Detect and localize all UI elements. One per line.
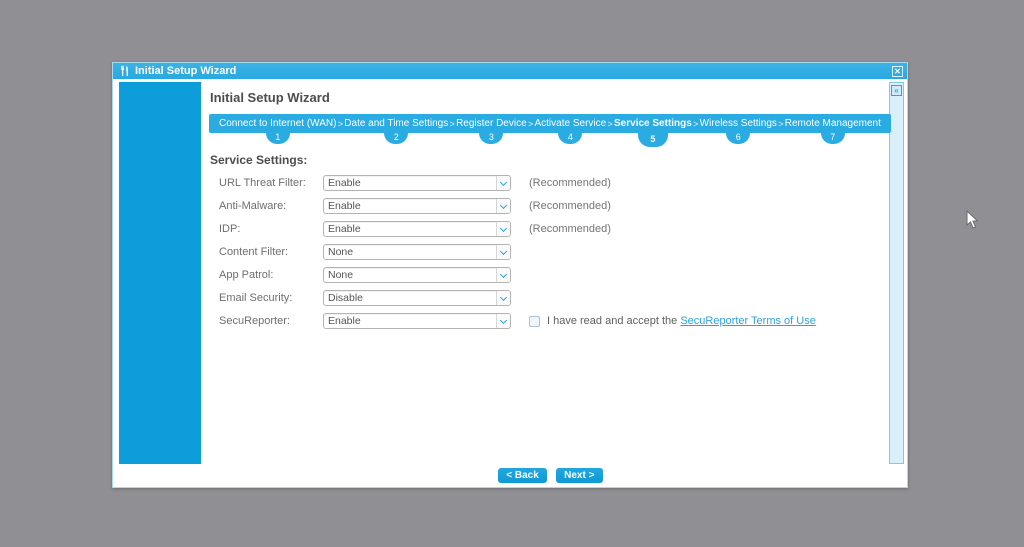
field-label: Email Security: [209, 292, 323, 304]
close-icon[interactable]: ✕ [892, 66, 903, 77]
agreement-checkbox[interactable] [529, 316, 540, 327]
url-threat-filter-select[interactable]: Enable [323, 175, 511, 191]
secureporter-select[interactable]: Enable [323, 313, 511, 329]
chevron-down-icon[interactable] [496, 176, 510, 190]
field-label: IDP: [209, 223, 323, 235]
step-register-device[interactable]: Register Device 3 [456, 114, 527, 133]
chevron-down-icon[interactable] [496, 199, 510, 213]
form-row-content-filter: Content Filter: None [209, 244, 891, 260]
desktop: { "window": { "title": "Initial Setup Wi… [0, 0, 1024, 547]
step-remote-management[interactable]: Remote Management 7 [785, 114, 881, 133]
step-separator: > [607, 119, 612, 129]
step-separator: > [450, 119, 455, 129]
main-content: Initial Setup Wizard Connect to Internet… [209, 79, 892, 487]
chevron-down-icon[interactable] [496, 245, 510, 259]
step-connect-to-internet[interactable]: Connect to Internet (WAN) 1 [219, 114, 336, 133]
select-value: Enable [324, 314, 496, 328]
step-date-and-time[interactable]: Date and Time Settings 2 [344, 114, 448, 133]
window-body: « Initial Setup Wizard Connect to Intern… [113, 79, 907, 487]
form-row-secureporter: SecuReporter: Enable I have read and acc… [209, 313, 891, 329]
select-value: Enable [324, 176, 496, 190]
step-number-badge: 1 [266, 133, 290, 144]
select-value: Enable [324, 222, 496, 236]
agreement-row: I have read and accept the SecuReporter … [529, 315, 816, 327]
form-row-email-security: Email Security: Disable [209, 290, 891, 306]
step-service-settings-active[interactable]: Service Settings 5 [614, 114, 692, 133]
window-title: Initial Setup Wizard [135, 65, 236, 77]
service-settings-form: URL Threat Filter: Enable (Recommended) … [209, 175, 891, 336]
chevron-down-icon[interactable] [496, 268, 510, 282]
section-title: Service Settings: [210, 153, 307, 167]
wizard-footer: < Back Next > [209, 468, 892, 483]
field-label: URL Threat Filter: [209, 177, 323, 189]
field-label: App Patrol: [209, 269, 323, 281]
form-row-app-patrol: App Patrol: None [209, 267, 891, 283]
step-number-badge-active: 5 [638, 133, 668, 147]
step-number-badge: 7 [821, 133, 845, 144]
field-label: SecuReporter: [209, 315, 323, 327]
window-titlebar[interactable]: Initial Setup Wizard ✕ [113, 63, 907, 79]
next-button[interactable]: Next > [556, 468, 603, 483]
app-patrol-select[interactable]: None [323, 267, 511, 283]
step-activate-service[interactable]: Activate Service 4 [534, 114, 606, 133]
select-value: Enable [324, 199, 496, 213]
form-row-idp: IDP: Enable (Recommended) [209, 221, 891, 237]
field-label: Anti-Malware: [209, 200, 323, 212]
step-number-badge: 2 [384, 133, 408, 144]
step-wireless-settings[interactable]: Wireless Settings 6 [700, 114, 777, 133]
mouse-cursor [966, 210, 980, 230]
wizard-sidebar [119, 82, 201, 464]
content-filter-select[interactable]: None [323, 244, 511, 260]
agreement-text: I have read and accept the SecuReporter … [547, 315, 816, 327]
step-separator: > [528, 119, 533, 129]
select-value: Disable [324, 291, 496, 305]
chevron-down-icon[interactable] [496, 291, 510, 305]
secureporter-terms-link[interactable]: SecuReporter Terms of Use [680, 315, 816, 327]
email-security-select[interactable]: Disable [323, 290, 511, 306]
chevron-down-icon[interactable] [496, 222, 510, 236]
select-value: None [324, 245, 496, 259]
step-number-badge: 6 [726, 133, 750, 144]
steps-breadcrumb: Connect to Internet (WAN) 1 > Date and T… [209, 114, 891, 133]
select-value: None [324, 268, 496, 282]
wizard-tools-icon [119, 65, 131, 77]
step-separator: > [778, 119, 783, 129]
form-row-anti-malware: Anti-Malware: Enable (Recommended) [209, 198, 891, 214]
chevron-down-icon[interactable] [496, 314, 510, 328]
form-row-url-threat-filter: URL Threat Filter: Enable (Recommended) [209, 175, 891, 191]
idp-select[interactable]: Enable [323, 221, 511, 237]
step-separator: > [693, 119, 698, 129]
recommended-note: (Recommended) [529, 200, 611, 212]
page-title: Initial Setup Wizard [210, 90, 330, 105]
anti-malware-select[interactable]: Enable [323, 198, 511, 214]
back-button[interactable]: < Back [498, 468, 547, 483]
recommended-note: (Recommended) [529, 223, 611, 235]
wizard-window: Initial Setup Wizard ✕ « Initial Setup W… [112, 62, 908, 488]
recommended-note: (Recommended) [529, 177, 611, 189]
step-number-badge: 4 [558, 133, 582, 144]
step-number-badge: 3 [479, 133, 503, 144]
field-label: Content Filter: [209, 246, 323, 258]
collapse-icon[interactable]: « [891, 85, 902, 96]
step-separator: > [338, 119, 343, 129]
